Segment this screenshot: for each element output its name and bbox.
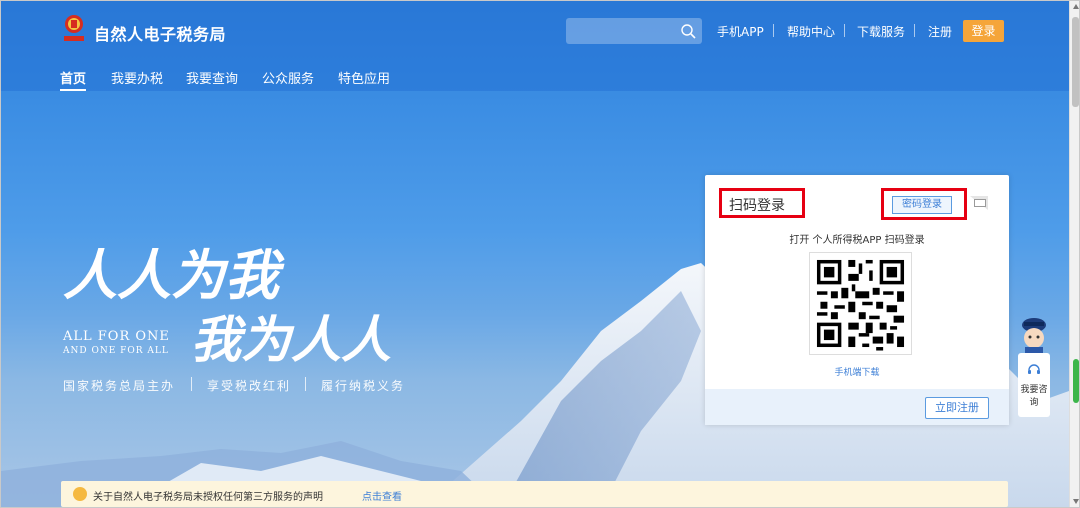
scroll-down-arrow-icon[interactable]: [1073, 499, 1079, 504]
mobile-download-link[interactable]: 手机端下载: [705, 365, 1009, 378]
login-button[interactable]: 登录: [963, 20, 1004, 42]
hero-english-line1: ALL FOR ONE: [63, 329, 170, 344]
headset-icon: [1028, 364, 1040, 374]
nav-help-center[interactable]: 帮助中心: [787, 23, 835, 40]
side-marker: [1073, 359, 1079, 403]
nav-download-service[interactable]: 下载服务: [857, 23, 905, 40]
register-now-button[interactable]: 立即注册: [925, 397, 989, 419]
highlight-box: [881, 188, 967, 220]
tab-query[interactable]: 我要查询: [186, 68, 238, 87]
slogan-divider: [305, 377, 306, 391]
scan-hint-text: 打开 个人所得税APP 扫码登录: [789, 235, 925, 246]
hero-english-line2: AND ONE FOR ALL: [63, 346, 169, 356]
tab-tax-handling[interactable]: 我要办税: [111, 68, 163, 87]
search-input[interactable]: [566, 18, 702, 44]
highlight-box: [719, 188, 805, 218]
browser-viewport: 自然人电子税务局 手机APP 帮助中心 下载服务 注册 登录 首页 我要办税 我…: [0, 0, 1080, 508]
nav-divider: [773, 24, 774, 37]
calligraphy-line2: 我为人人: [191, 310, 391, 369]
hero-slogan: 国家税务总局主办: [63, 379, 176, 393]
consult-label[interactable]: 我要咨询: [1018, 384, 1050, 410]
calligraphy-line1: 人人为我: [63, 243, 285, 307]
nav-divider: [914, 24, 915, 37]
notice-bar: 关于自然人电子税务局未授权任何第三方服务的声明 点击查看: [61, 481, 1008, 507]
hero-slogan: 享受税改红利: [207, 379, 292, 393]
tab-public-service[interactable]: 公众服务: [262, 68, 314, 87]
notice-view-link[interactable]: 点击查看: [362, 488, 402, 503]
tab-special-apps[interactable]: 特色应用: [338, 68, 390, 87]
tax-emblem-logo: [64, 15, 84, 41]
search-icon[interactable]: [680, 23, 696, 39]
site-title[interactable]: 自然人电子税务局: [94, 21, 226, 45]
nav-register[interactable]: 注册: [928, 23, 952, 40]
nav-mobile-app[interactable]: 手机APP: [717, 23, 764, 40]
login-card: 扫码登录 密码登录 打开 个人所得税APP 扫码登录 手机端下载 立即注册: [705, 175, 1009, 425]
nav-divider: [844, 24, 845, 37]
notice-text[interactable]: 关于自然人电子税务局未授权任何第三方服务的声明: [93, 488, 323, 503]
smile-icon: [73, 487, 87, 501]
slogan-divider: [191, 377, 192, 391]
scroll-up-arrow-icon[interactable]: [1073, 4, 1079, 9]
hero-slogan: 履行纳税义务: [321, 379, 406, 393]
qr-code-image: [809, 252, 912, 355]
computer-login-icon[interactable]: [970, 196, 988, 210]
tab-home[interactable]: 首页: [60, 68, 86, 87]
scrollbar-thumb[interactable]: [1072, 17, 1079, 107]
active-tab-indicator: [60, 89, 86, 91]
page-scrollbar[interactable]: [1069, 1, 1079, 507]
